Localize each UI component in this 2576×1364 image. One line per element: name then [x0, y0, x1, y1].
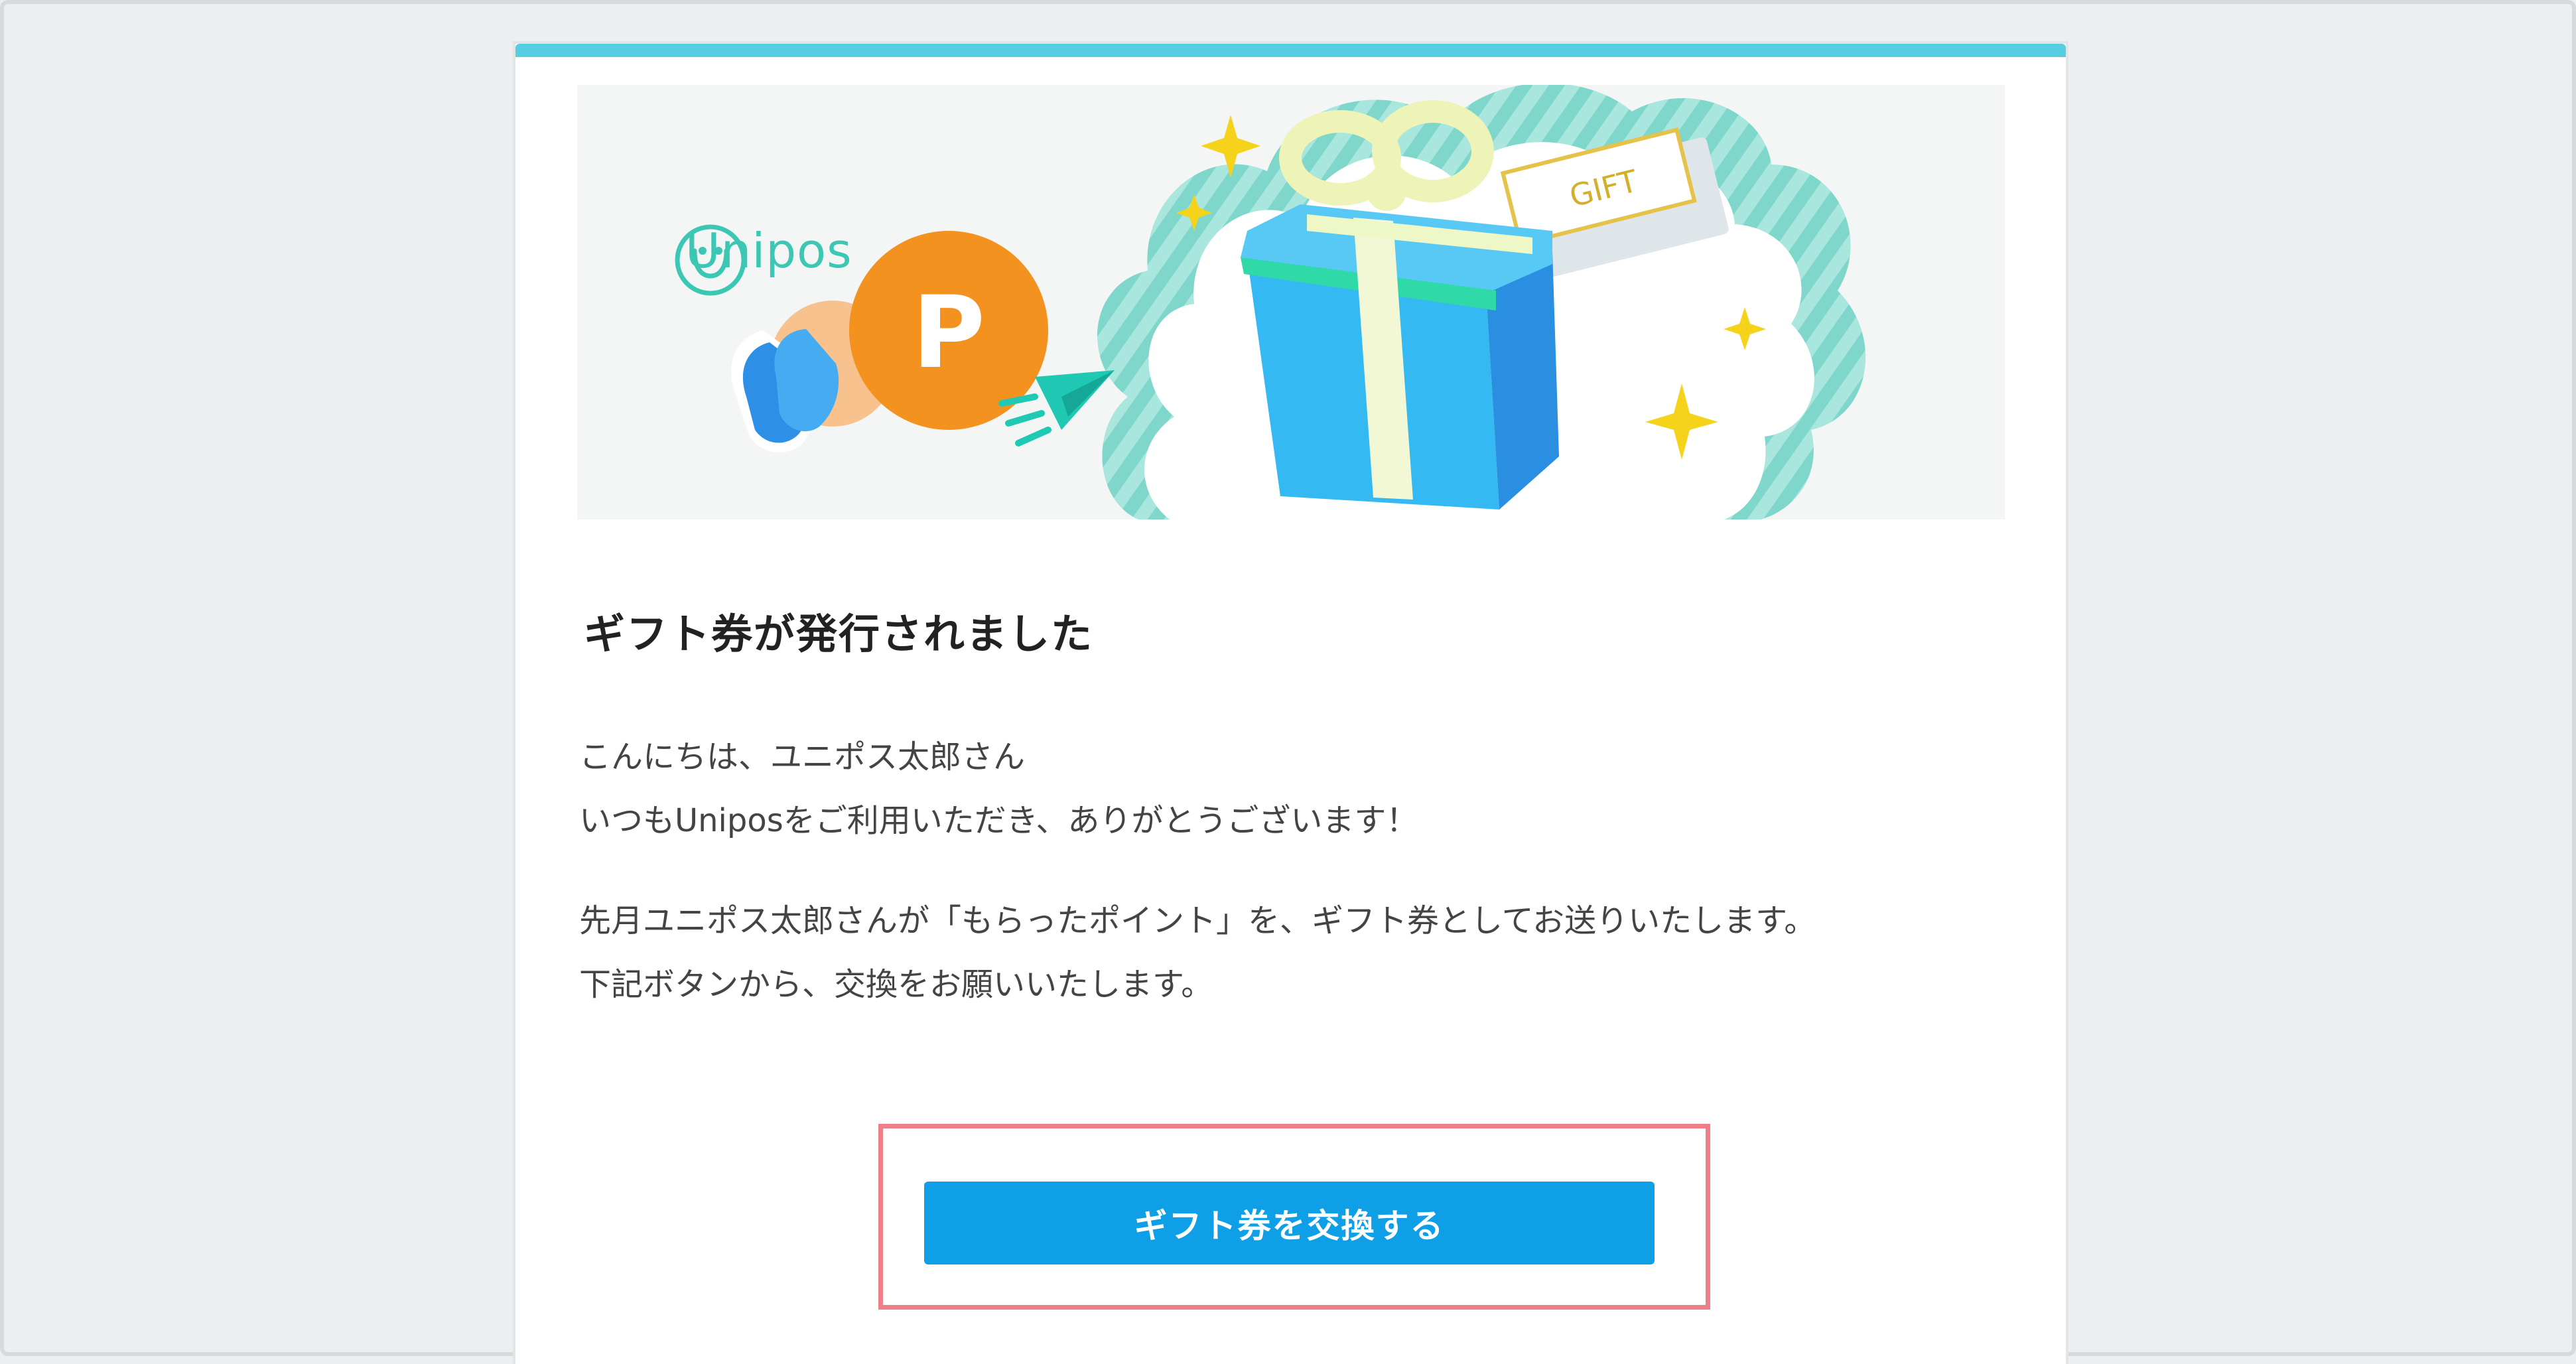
hero-banner: GIFT P Unipos — [577, 85, 2005, 519]
body-paragraph: 先月ユニポス太郎さんが「もらったポイント」を、ギフト券としてお送りいたします。 … — [579, 889, 1816, 1016]
unipos-logo-icon — [675, 224, 746, 296]
point-coin-label: P — [912, 275, 985, 391]
hero-illustration: GIFT P — [731, 85, 1866, 519]
body-line: 下記ボタンから、交換をお願いいたします。 — [579, 966, 1213, 1003]
greeting-line: いつもUniposをご利用いただき、ありがとうございます！ — [579, 802, 1418, 839]
card-top-accent-bar — [515, 44, 2066, 57]
body-line: 先月ユニポス太郎さんが「もらったポイント」を、ギフト券としてお送りいたします。 — [579, 902, 1816, 939]
email-title: ギフト券が発行されました — [584, 610, 1094, 658]
greeting-paragraph: こんにちは、ユニポス太郎さん いつもUniposをご利用いただき、ありがとうござ… — [579, 725, 1418, 852]
unipos-logo: Unipos — [673, 223, 852, 296]
greeting-line: こんにちは、ユニポス太郎さん — [579, 738, 1026, 776]
exchange-gift-button[interactable]: ギフト券を交換する — [924, 1182, 1655, 1264]
